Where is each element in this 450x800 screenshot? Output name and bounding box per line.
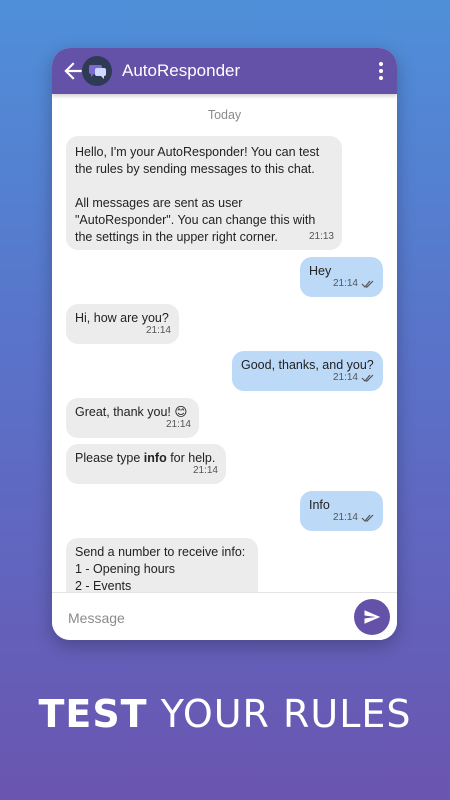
app-avatar-icon — [82, 56, 112, 86]
message-time: 21:13 — [308, 231, 334, 242]
date-separator: Today — [207, 108, 242, 122]
double-check-icon — [361, 374, 374, 382]
more-options-icon[interactable] — [373, 60, 389, 82]
double-check-icon — [361, 514, 374, 522]
message-incoming: Great, thank you! 😊 21:14 — [66, 398, 199, 438]
message-time: 21:14 — [332, 278, 358, 289]
app-title: AutoResponder — [122, 61, 241, 80]
chat-area[interactable]: Today Hello, I'm your AutoResponder! You… — [52, 94, 397, 592]
message-text: Hello, I'm your AutoResponder! You can t… — [75, 145, 320, 244]
message-time: 21:14 — [332, 512, 358, 523]
message-incoming: Please type info for help. 21:14 — [66, 444, 226, 484]
message-time: 21:14 — [332, 372, 358, 383]
message-composer — [52, 592, 397, 640]
message-incoming: Hello, I'm your AutoResponder! You can t… — [66, 136, 342, 250]
message-outgoing: Info 21:14 — [300, 491, 383, 531]
send-button[interactable] — [354, 599, 390, 635]
double-check-icon — [361, 280, 374, 288]
send-icon — [364, 610, 381, 624]
message-time: 21:14 — [165, 419, 191, 430]
promo-caption: TEST YOUR RULES — [38, 692, 412, 736]
message-outgoing: Good, thanks, and you? 21:14 — [232, 351, 383, 391]
message-incoming: Send a number to receive info: 1 - Openi… — [66, 538, 258, 592]
message-time: 21:14 — [145, 325, 171, 336]
message-text: Send a number to receive info: 1 - Openi… — [75, 545, 246, 592]
message-outgoing: Hey 21:14 — [300, 257, 383, 297]
message-incoming: Hi, how are you? 21:14 — [66, 304, 179, 344]
message-time: 21:14 — [192, 465, 218, 476]
app-bar: AutoResponder — [52, 48, 397, 94]
message-input[interactable] — [66, 605, 330, 631]
phone-screen: AutoResponder Today Hello, I'm your Auto… — [52, 48, 397, 640]
